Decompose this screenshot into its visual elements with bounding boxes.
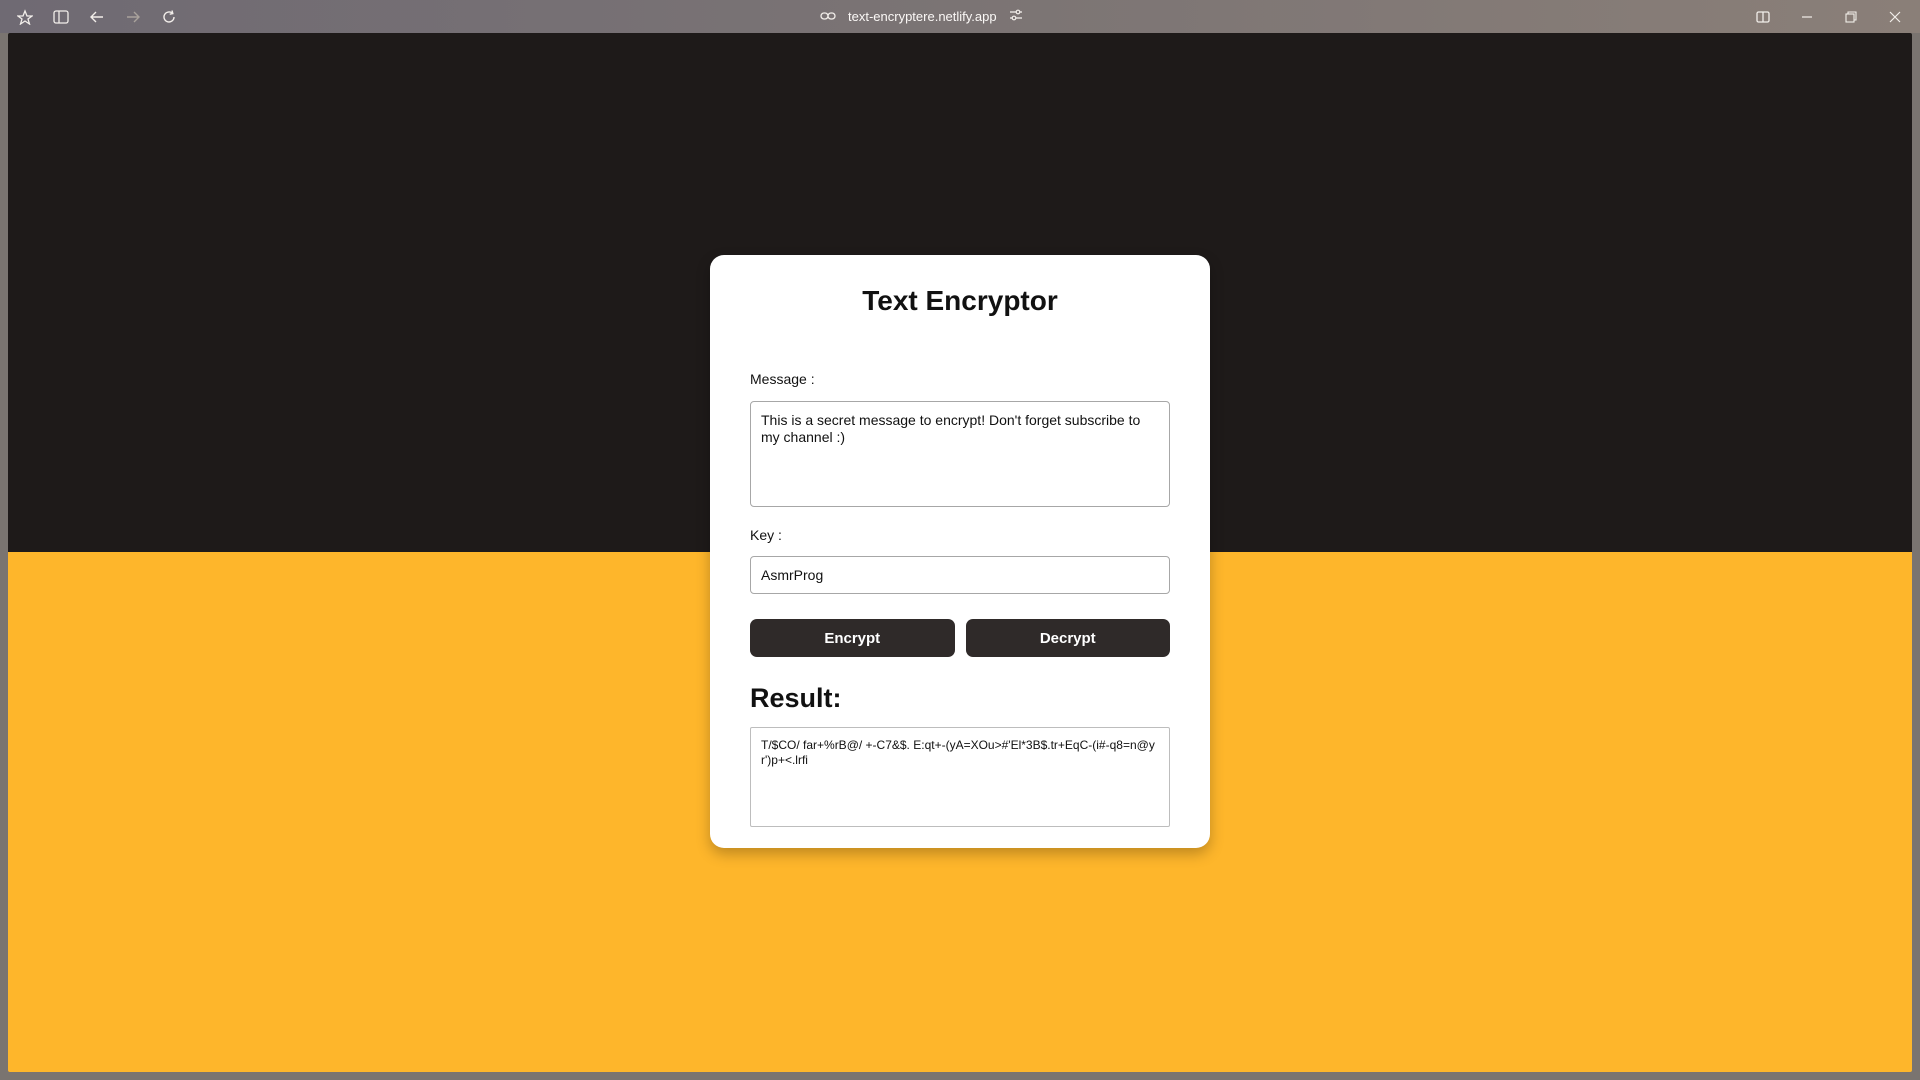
restore-icon[interactable] (1838, 4, 1864, 30)
close-icon[interactable] (1882, 4, 1908, 30)
key-input[interactable] (750, 556, 1170, 594)
browser-nav-controls (12, 0, 182, 33)
url-text[interactable]: text-encryptere.netlify.app (848, 9, 997, 24)
minimize-icon[interactable] (1794, 4, 1820, 30)
encrypt-button[interactable]: Encrypt (750, 619, 955, 657)
browser-menu-icon[interactable] (12, 4, 38, 30)
result-output[interactable]: T/$CO/ far+%rB@/ +-C7&$. E:qt+-(yA=XOu>#… (750, 727, 1170, 827)
encryptor-card: Text Encryptor Message : This is a secre… (710, 255, 1210, 848)
site-settings-icon[interactable] (1009, 9, 1023, 24)
message-label: Message : (750, 371, 815, 387)
page-title: Text Encryptor (862, 285, 1058, 316)
address-bar[interactable]: text-encryptere.netlify.app (820, 0, 1050, 33)
decrypt-button[interactable]: Decrypt (965, 619, 1170, 657)
back-arrow-icon[interactable] (84, 4, 110, 30)
sidebar-toggle-icon[interactable] (48, 4, 74, 30)
result-heading: Result: (750, 683, 842, 713)
reload-icon[interactable] (156, 4, 182, 30)
browser-titlebar: text-encryptere.netlify.app (0, 0, 1920, 33)
split-view-icon[interactable] (1750, 4, 1776, 30)
action-buttons: Encrypt Decrypt (750, 619, 1170, 657)
message-textarea[interactable]: This is a secret message to encrypt! Don… (750, 401, 1170, 507)
forward-arrow-icon[interactable] (120, 4, 146, 30)
window-controls (1750, 0, 1908, 33)
page-viewport: Text Encryptor Message : This is a secre… (8, 33, 1912, 1072)
link-icon (820, 9, 836, 24)
key-label: Key : (750, 527, 782, 543)
